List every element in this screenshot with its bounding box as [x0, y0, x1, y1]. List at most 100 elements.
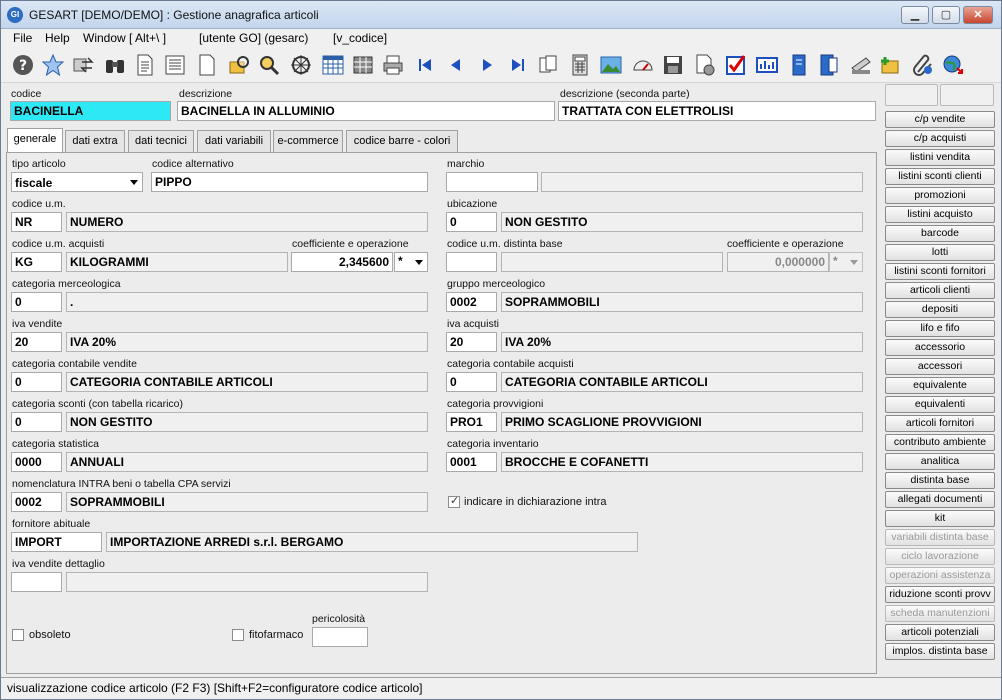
save-icon[interactable] [661, 53, 685, 77]
listini-vendita-button[interactable]: listini vendita [885, 149, 995, 166]
listini-sconti-fornitori-button[interactable]: listini sconti fornitori [885, 263, 995, 280]
coeff-acquisti-operation-select[interactable]: * [394, 252, 428, 272]
list-document-icon[interactable] [163, 53, 187, 77]
lifo-fifo-button[interactable]: lifo e fifo [885, 320, 995, 337]
cat-contabile-acquisti-code-field[interactable]: 0 [446, 372, 497, 392]
tab-dati-tecnici[interactable]: dati tecnici [128, 130, 194, 152]
previous-record-icon[interactable] [444, 53, 468, 77]
marchio-code-field[interactable] [446, 172, 538, 192]
distinta-base-button[interactable]: distinta base [885, 472, 995, 489]
image-icon[interactable] [599, 53, 623, 77]
document-icon[interactable] [133, 53, 157, 77]
cp-vendite-button[interactable]: c/p vendite [885, 111, 995, 128]
listini-sconti-clienti-button[interactable]: listini sconti clienti [885, 168, 995, 185]
printer-icon[interactable] [381, 53, 405, 77]
coeff-acquisti-field[interactable]: 2,345600 [291, 252, 393, 272]
kit-button[interactable]: kit [885, 510, 995, 527]
fitofarmaco-checkbox[interactable] [232, 629, 244, 641]
next-record-icon[interactable] [475, 53, 499, 77]
grid-icon[interactable] [351, 53, 375, 77]
codice-um-code-field[interactable]: NR [11, 212, 62, 232]
calendar-grid-icon[interactable] [321, 53, 345, 77]
obsoleto-checkbox[interactable] [12, 629, 24, 641]
last-record-icon[interactable] [506, 53, 530, 77]
depositi-button[interactable]: depositi [885, 301, 995, 318]
equivalenti-button[interactable]: equivalenti [885, 396, 995, 413]
menu-user[interactable]: [utente GO] (gesarc) [199, 31, 308, 45]
delete-document-icon[interactable] [693, 53, 717, 77]
transfer-icon[interactable] [71, 53, 95, 77]
add-folder-icon[interactable] [879, 53, 903, 77]
attachment-icon[interactable] [911, 53, 935, 77]
tab-dati-extra[interactable]: dati extra [65, 130, 125, 152]
nomenclatura-intra-code-field[interactable]: 0002 [11, 492, 62, 512]
categoria-statistica-code-field[interactable]: 0000 [11, 452, 62, 472]
articoli-fornitori-button[interactable]: articoli fornitori [885, 415, 995, 432]
new-document-icon[interactable] [195, 53, 219, 77]
accessorio-button[interactable]: accessorio [885, 339, 995, 356]
pericolosita-field[interactable] [312, 627, 368, 647]
analitica-button[interactable]: analitica [885, 453, 995, 470]
codice-um-acquisti-code-field[interactable]: KG [11, 252, 62, 272]
gauge-icon[interactable] [631, 53, 655, 77]
help-icon[interactable]: ? [11, 53, 35, 77]
search-folder-icon[interactable] [227, 53, 251, 77]
riduzione-sconti-provv-button[interactable]: riduzione sconti provv [885, 586, 995, 603]
star-icon[interactable] [41, 53, 65, 77]
articoli-potenziali-button[interactable]: articoli potenziali [885, 624, 995, 641]
cp-acquisti-button[interactable]: c/p acquisti [885, 130, 995, 147]
book-icon[interactable] [787, 53, 811, 77]
ubicazione-code-field[interactable]: 0 [446, 212, 497, 232]
codice-field[interactable]: BACINELLA [10, 101, 171, 121]
accessori-button[interactable]: accessori [885, 358, 995, 375]
copy-icon[interactable] [537, 53, 561, 77]
categoria-provvigioni-code-field[interactable]: PRO1 [446, 412, 497, 432]
blank-button-1[interactable] [885, 84, 938, 106]
book-alt-icon[interactable] [817, 53, 841, 77]
barcode-button[interactable]: barcode [885, 225, 995, 242]
categoria-sconti-code-field[interactable]: 0 [11, 412, 62, 432]
tab-codice-barre-colori[interactable]: codice barre - colori [346, 130, 458, 152]
search-icon[interactable] [257, 53, 281, 77]
minimize-button[interactable]: ▁ [901, 6, 929, 24]
chart-icon[interactable] [755, 53, 779, 77]
categoria-inventario-code-field[interactable]: 0001 [446, 452, 497, 472]
checkbox-icon[interactable] [724, 53, 748, 77]
contributo-ambiente-button[interactable]: contributo ambiente [885, 434, 995, 451]
fornitore-abituale-code-field[interactable]: IMPORT [11, 532, 102, 552]
wheel-icon[interactable] [289, 53, 313, 77]
tab-dati-variabili[interactable]: dati variabili [197, 130, 271, 152]
descrizione-field[interactable]: BACINELLA IN ALLUMINIO [177, 101, 555, 121]
menu-field-name[interactable]: [v_codice] [333, 31, 387, 45]
tab-e-commerce[interactable]: e-commerce [273, 130, 343, 152]
allegati-documenti-button[interactable]: allegati documenti [885, 491, 995, 508]
maximize-button[interactable]: ▢ [932, 6, 960, 24]
equivalente-button[interactable]: equivalente [885, 377, 995, 394]
menu-window[interactable]: Window [ Alt+\ ] [83, 31, 166, 45]
binoculars-icon[interactable] [103, 53, 127, 77]
listini-acquisto-button[interactable]: listini acquisto [885, 206, 995, 223]
iva-vendite-dettaglio-code-field[interactable] [11, 572, 62, 592]
lotti-button[interactable]: lotti [885, 244, 995, 261]
codice-alternativo-field[interactable]: PIPPO [151, 172, 428, 192]
blank-button-2[interactable] [940, 84, 994, 106]
implos-distinta-base-button[interactable]: implos. distinta base [885, 643, 995, 660]
menu-help[interactable]: Help [45, 31, 70, 45]
codice-um-distinta-code-field[interactable] [446, 252, 497, 272]
tab-generale[interactable]: generale [7, 128, 63, 152]
tipo-articolo-select[interactable]: fiscale [11, 172, 143, 192]
iva-vendite-code-field[interactable]: 20 [11, 332, 62, 352]
first-record-icon[interactable] [413, 53, 437, 77]
calculator-icon[interactable] [568, 53, 592, 77]
iva-acquisti-code-field[interactable]: 20 [446, 332, 497, 352]
gruppo-merceologico-code-field[interactable]: 0002 [446, 292, 497, 312]
articoli-clienti-button[interactable]: articoli clienti [885, 282, 995, 299]
scanner-icon[interactable] [849, 53, 873, 77]
categoria-merceologica-code-field[interactable]: 0 [11, 292, 62, 312]
cat-contabile-vendite-code-field[interactable]: 0 [11, 372, 62, 392]
close-button[interactable]: ✕ [963, 6, 993, 24]
globe-export-icon[interactable] [941, 53, 965, 77]
menu-file[interactable]: File [13, 31, 32, 45]
indicare-intra-checkbox[interactable] [448, 494, 460, 508]
descrizione2-field[interactable]: TRATTATA CON ELETTROLISI [558, 101, 876, 121]
